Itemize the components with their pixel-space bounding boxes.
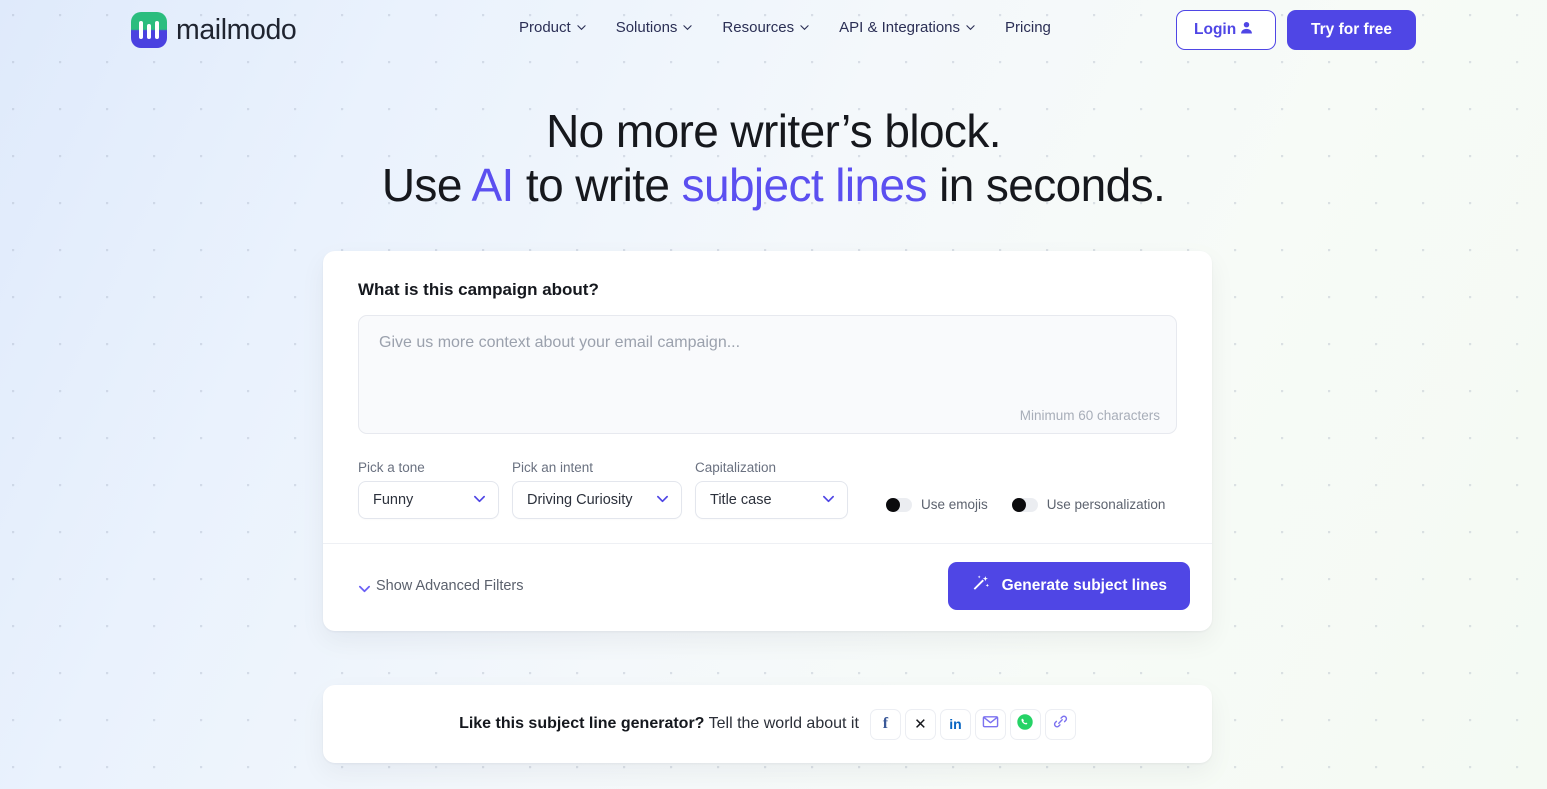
hero-accent-subject-lines: subject lines <box>681 159 928 211</box>
generator-controls: Pick a tone Funny Pick an intent Driving… <box>358 460 1177 519</box>
chevron-down-icon <box>800 23 809 32</box>
tone-label: Pick a tone <box>358 460 425 475</box>
hero-section: No more writer’s block. Use AI to write … <box>0 104 1547 212</box>
share-prompt: Like this subject line generator? Tell t… <box>459 715 859 733</box>
nav-item-solutions[interactable]: Solutions <box>616 19 693 36</box>
try-for-free-button[interactable]: Try for free <box>1287 10 1416 50</box>
generator-card: What is this campaign about? Give us mor… <box>323 251 1212 631</box>
toggle-track <box>886 497 912 512</box>
share-copy-link-button[interactable] <box>1044 708 1076 740</box>
user-icon <box>1239 20 1254 40</box>
generator-card-body: What is this campaign about? Give us mor… <box>323 251 1212 543</box>
share-prompt-rest: Tell the world about it <box>704 715 859 732</box>
chevron-down-icon <box>822 492 835 509</box>
toggle-group: Use emojis Use personalization <box>886 497 1165 519</box>
brand-name: mailmodo <box>176 13 297 46</box>
campaign-context-input[interactable]: Give us more context about your email ca… <box>358 315 1177 434</box>
chevron-down-icon <box>966 23 975 32</box>
campaign-context-placeholder: Give us more context about your email ca… <box>379 334 741 351</box>
login-button[interactable]: Login <box>1176 10 1277 50</box>
share-x-button[interactable]: ✕ <box>904 708 936 740</box>
main-navigation: Product Solutions Resources API & Integr… <box>519 19 1051 36</box>
chevron-down-icon <box>473 492 486 509</box>
chevron-down-icon <box>656 492 669 509</box>
hero-line-2: Use AI to write subject lines in seconds… <box>381 159 1166 211</box>
toggle-track <box>1011 497 1038 512</box>
hero-text: to write <box>513 159 682 211</box>
intent-select[interactable]: Driving Curiosity <box>512 481 682 519</box>
min-characters-hint: Minimum 60 characters <box>1019 408 1160 423</box>
use-emojis-toggle[interactable]: Use emojis <box>886 497 988 512</box>
linkedin-icon: in <box>949 716 962 732</box>
intent-field: Pick an intent Driving Curiosity <box>512 460 682 519</box>
nav-label: Solutions <box>615 19 678 36</box>
login-button-label: Login <box>1194 21 1237 38</box>
brand-logo[interactable]: mailmodo <box>131 12 297 48</box>
capitalization-value: Title case <box>710 492 772 508</box>
share-facebook-button[interactable]: f <box>869 708 901 740</box>
link-icon <box>1052 713 1069 735</box>
header-actions: Login Try for free <box>1176 10 1416 50</box>
use-personalization-label: Use personalization <box>1046 497 1166 512</box>
nav-item-resources[interactable]: Resources <box>722 19 809 36</box>
tone-field: Pick a tone Funny <box>358 460 499 519</box>
tone-value: Funny <box>373 492 414 508</box>
use-personalization-toggle[interactable]: Use personalization <box>1011 497 1166 512</box>
facebook-icon: f <box>882 715 889 732</box>
share-prompt-bold: Like this subject line generator? <box>459 715 705 732</box>
intent-value: Driving Curiosity <box>527 492 633 508</box>
nav-item-api-integrations[interactable]: API & Integrations <box>839 19 975 36</box>
nav-item-product[interactable]: Product <box>519 19 586 36</box>
chevron-down-icon <box>683 23 693 32</box>
share-card: Like this subject line generator? Tell t… <box>323 685 1212 763</box>
capitalization-label: Capitalization <box>695 460 777 475</box>
tone-select[interactable]: Funny <box>358 481 499 519</box>
x-twitter-icon: ✕ <box>914 716 927 733</box>
nav-label: API & Integrations <box>839 19 961 36</box>
generator-card-footer: Show Advanced Filters Generate subject l… <box>323 543 1212 631</box>
hero-text: Use <box>381 159 472 211</box>
chevron-down-icon <box>358 582 371 592</box>
hero-text: in seconds. <box>926 159 1166 211</box>
show-advanced-filters-label: Show Advanced Filters <box>376 578 524 594</box>
nav-label: Resources <box>722 19 795 36</box>
hero-line-1: No more writer’s block. <box>546 105 1001 157</box>
chevron-down-icon <box>577 23 586 32</box>
nav-item-pricing[interactable]: Pricing <box>1005 19 1051 36</box>
envelope-icon <box>982 713 999 735</box>
capitalization-select[interactable]: Title case <box>695 481 848 519</box>
share-linkedin-button[interactable]: in <box>939 708 971 740</box>
intent-label: Pick an intent <box>512 460 594 475</box>
generate-subject-lines-button[interactable]: Generate subject lines <box>947 562 1190 610</box>
share-email-button[interactable] <box>974 708 1006 740</box>
capitalization-field: Capitalization Title case <box>695 460 848 519</box>
nav-label: Pricing <box>1005 19 1051 36</box>
hero-accent-ai: AI <box>471 159 514 211</box>
magic-wand-icon <box>971 574 990 598</box>
try-for-free-label: Try for free <box>1311 21 1392 38</box>
share-icon-group: f ✕ in <box>869 708 1076 740</box>
generate-button-label: Generate subject lines <box>1001 577 1167 594</box>
share-whatsapp-button[interactable] <box>1009 708 1041 740</box>
mailmodo-logo-icon <box>131 12 167 48</box>
show-advanced-filters-toggle[interactable]: Show Advanced Filters <box>358 578 524 594</box>
campaign-question-label: What is this campaign about? <box>358 280 599 299</box>
page-title: No more writer’s block. Use AI to write … <box>0 104 1547 212</box>
nav-label: Product <box>519 19 571 36</box>
site-header: mailmodo Product Solutions Resources API… <box>0 0 1547 60</box>
use-emojis-label: Use emojis <box>921 497 988 512</box>
whatsapp-icon <box>1016 713 1034 736</box>
